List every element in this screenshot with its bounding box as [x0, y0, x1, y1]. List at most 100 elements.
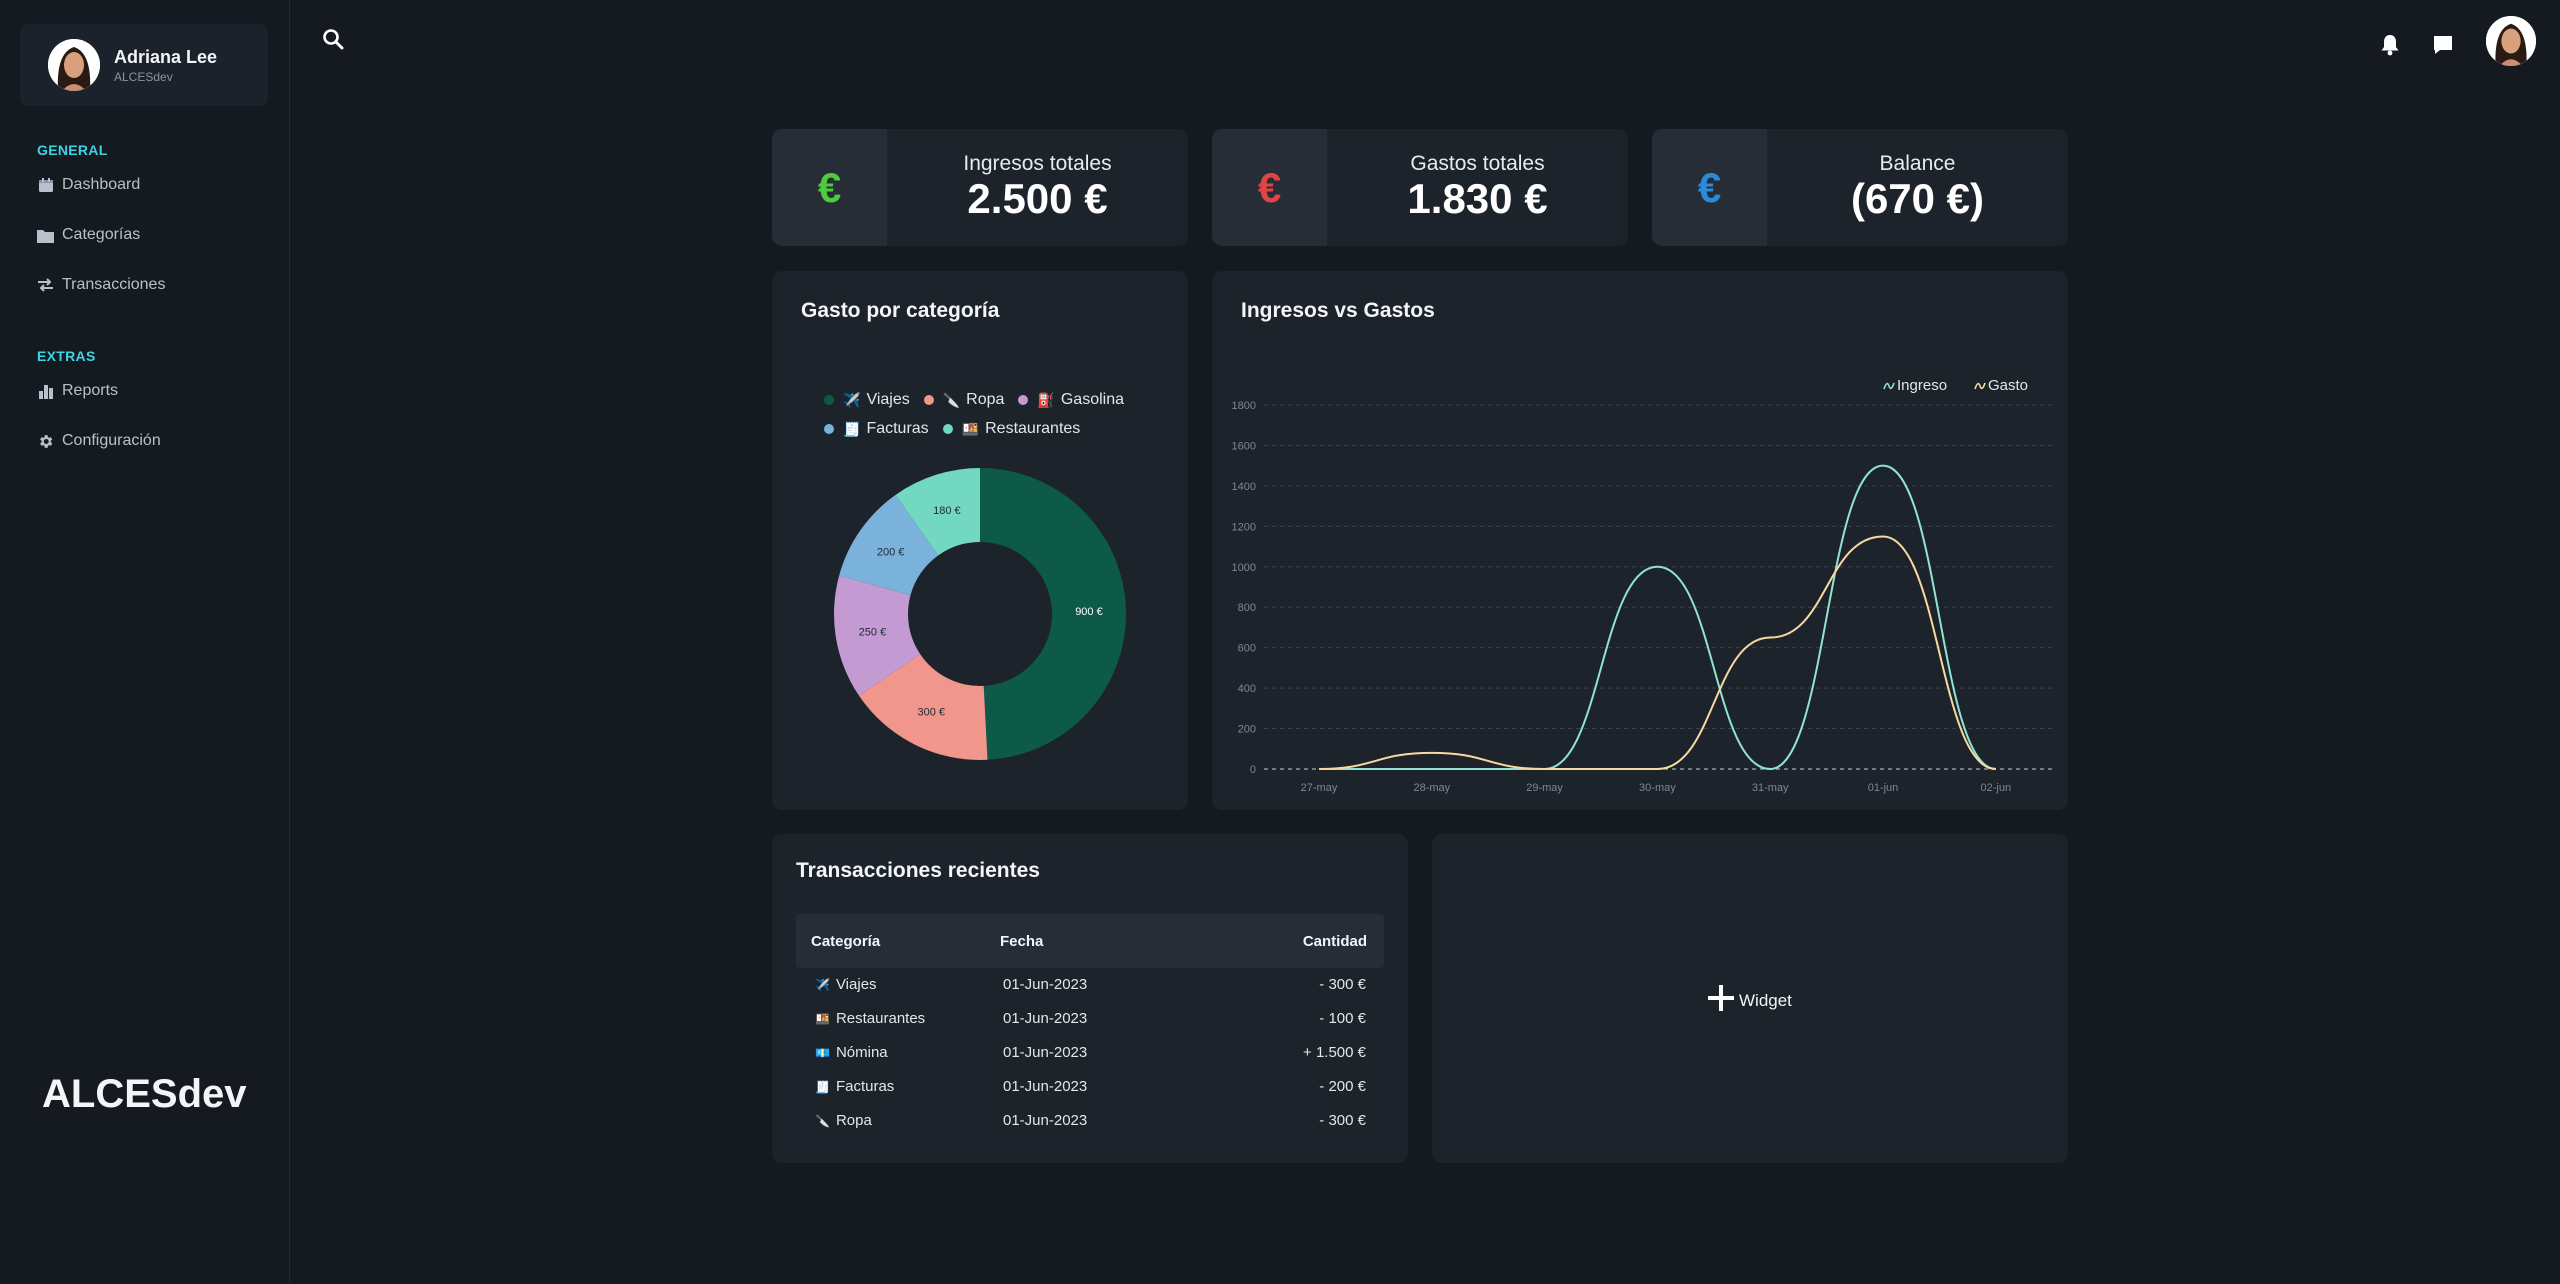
legend-label: Facturas — [866, 420, 929, 437]
legend-item-facturas[interactable]: 🧾 Facturas — [824, 420, 929, 438]
category-label: Ropa — [835, 1112, 872, 1129]
income-expense-line-chart: 0 200 400 600 800 1000 1200 1400 1600 1800 27-may 2… — [1232, 377, 2054, 794]
table-row[interactable]: 🔪 Ropa 01-Jun-2023 - 300 € — [796, 1104, 1384, 1138]
legend-item-ingreso[interactable]: Ingreso — [1883, 377, 1947, 394]
series-line-gasto[interactable] — [1318, 535, 1996, 770]
stat-card-gastos: € Gastos totales 1.830 € — [1212, 129, 1628, 246]
user-name: Adriana Lee — [114, 46, 218, 67]
category-chart-title: Gasto por categoría — [801, 299, 1000, 322]
category-donut-chart: 900 € 300 € 250 € 200 € 180 € — [834, 468, 1126, 760]
category-legend-row-2: 🧾 Facturas 🍱 Restaurantes — [824, 420, 1094, 438]
cell-amount: - 300 € — [1319, 1112, 1366, 1129]
section-general-title: GENERAL — [37, 142, 108, 158]
legend-item-restaurantes[interactable]: 🍱 Restaurantes — [942, 420, 1081, 438]
legend-item-ropa[interactable]: 🔪 Ropa — [923, 391, 1005, 409]
legend-item-viajes[interactable]: ✈️ Viajes — [824, 391, 910, 409]
cell-date: 01-Jun-2023 — [1003, 1010, 1088, 1027]
donut-slice-label: 250 € — [859, 627, 887, 639]
fuel-pump-icon: ⛽ — [1037, 391, 1055, 408]
category-emoji-icon: 🧾 — [815, 1080, 830, 1094]
donut-slice-viajes[interactable] — [980, 468, 1126, 760]
y-tick-label: 1600 — [1232, 440, 1256, 452]
airplane-icon: ✈️ — [843, 391, 861, 408]
series-line-ingreso[interactable] — [1319, 464, 1996, 771]
sidebar-item-configuracion[interactable]: Configuración — [37, 432, 161, 450]
legend-item-gasolina[interactable]: ⛽ Gasolina — [1018, 391, 1124, 409]
stat-value: (670 €) — [1850, 175, 1985, 223]
stat-value: 2.500 € — [967, 175, 1108, 223]
cell-category: 🔪 Ropa — [815, 1112, 872, 1129]
cell-amount: - 200 € — [1319, 1078, 1366, 1095]
y-tick-label: 1400 — [1232, 481, 1256, 493]
x-tick-label: 01-jun — [1868, 782, 1899, 794]
euro-icon: € — [1652, 129, 1767, 246]
cell-date: 01-Jun-2023 — [1003, 1078, 1088, 1095]
table-row[interactable]: 💶 Nómina 01-Jun-2023 + 1.500 € — [796, 1036, 1384, 1070]
legend-label: Gasolina — [1060, 391, 1125, 408]
cell-category: 💶 Nómina — [815, 1044, 888, 1061]
x-tick-label: 02-jun — [1981, 782, 2012, 794]
header-date[interactable]: Fecha — [1000, 933, 1043, 950]
stat-label: Ingresos totales — [963, 152, 1112, 176]
y-tick-label: 1000 — [1232, 562, 1256, 574]
y-tick-label: 0 — [1250, 764, 1256, 776]
user-profile-card[interactable]: Adriana Lee ALCESdev — [20, 24, 268, 106]
line-legend-icon — [1883, 382, 1895, 390]
header-amount[interactable]: Cantidad — [1303, 933, 1367, 950]
transactions-table-header: Categoría Fecha Cantidad — [796, 914, 1384, 968]
y-tick-label: 600 — [1238, 643, 1256, 655]
legend-item-gasto[interactable]: Gasto — [1974, 377, 2028, 394]
cell-date: 01-Jun-2023 — [1003, 1112, 1088, 1129]
sidebar-item-label: Categorías — [62, 226, 141, 243]
search-icon[interactable] — [322, 28, 344, 55]
table-row[interactable]: ✈️ Viajes 01-Jun-2023 - 300 € — [796, 968, 1384, 1002]
y-tick-label: 1800 — [1232, 400, 1256, 412]
sidebar-item-dashboard[interactable]: Dashboard — [37, 176, 140, 194]
user-handle: ALCESdev — [114, 69, 173, 84]
brand-logo-text: ALCESdev — [42, 1072, 247, 1116]
add-widget-label: Widget — [1739, 990, 1792, 1010]
add-widget-button[interactable]: Widget — [1706, 983, 1792, 1018]
legend-label: Restaurantes — [985, 420, 1081, 437]
euro-symbol: € — [817, 163, 842, 211]
sidebar-item-categorias[interactable]: Categorías — [37, 226, 140, 244]
cell-category: 🍱 Restaurantes — [815, 1010, 925, 1027]
bell-icon[interactable] — [2380, 34, 2400, 61]
category-label: Facturas — [835, 1078, 895, 1095]
table-row[interactable]: 🧾 Facturas 01-Jun-2023 - 200 € — [796, 1070, 1384, 1104]
sidebar-item-label: Dashboard — [62, 176, 141, 193]
category-legend-row-1: ✈️ Viajes 🔪 Ropa ⛽ Gasolina — [824, 391, 1138, 409]
donut-slice-label: 300 € — [918, 706, 946, 718]
x-tick-label: 27-may — [1301, 782, 1338, 794]
bento-icon: 🍱 — [961, 420, 980, 437]
x-tick-label: 31-may — [1752, 782, 1789, 794]
table-row[interactable]: 🍱 Restaurantes 01-Jun-2023 - 100 € — [796, 1002, 1384, 1036]
x-tick-label: 28-may — [1413, 782, 1450, 794]
line-legend-icon — [1974, 382, 1986, 390]
legend-label: Ingreso — [1897, 377, 1947, 394]
avatar[interactable] — [2486, 16, 2536, 66]
header-category[interactable]: Categoría — [811, 933, 880, 950]
euro-icon: € — [772, 129, 887, 246]
knife-icon: 🔪 — [942, 391, 961, 408]
transfer-icon — [37, 277, 54, 294]
donut-slice-label: 180 € — [933, 505, 961, 517]
calendar-icon — [37, 177, 54, 194]
euro-icon: € — [1212, 129, 1327, 246]
y-tick-label: 400 — [1238, 683, 1256, 695]
sidebar-item-reports[interactable]: Reports — [37, 382, 118, 400]
y-tick-label: 1200 — [1232, 521, 1256, 533]
category-emoji-icon: 🔪 — [815, 1114, 830, 1128]
sidebar-item-transacciones[interactable]: Transacciones — [37, 276, 165, 294]
legend-label: Ropa — [966, 391, 1005, 408]
x-tick-label: 30-may — [1639, 782, 1676, 794]
y-tick-label: 200 — [1238, 724, 1256, 736]
cell-date: 01-Jun-2023 — [1003, 1044, 1088, 1061]
stat-card-ingresos: € Ingresos totales 2.500 € — [772, 129, 1188, 246]
sidebar: Adriana Lee ALCESdev GENERAL Dashboard C… — [0, 0, 290, 1284]
bar-chart-icon — [37, 383, 54, 400]
chat-icon[interactable] — [2432, 34, 2454, 61]
gear-icon — [37, 433, 54, 450]
x-tick-label: 29-may — [1526, 782, 1563, 794]
avatar — [48, 39, 100, 91]
